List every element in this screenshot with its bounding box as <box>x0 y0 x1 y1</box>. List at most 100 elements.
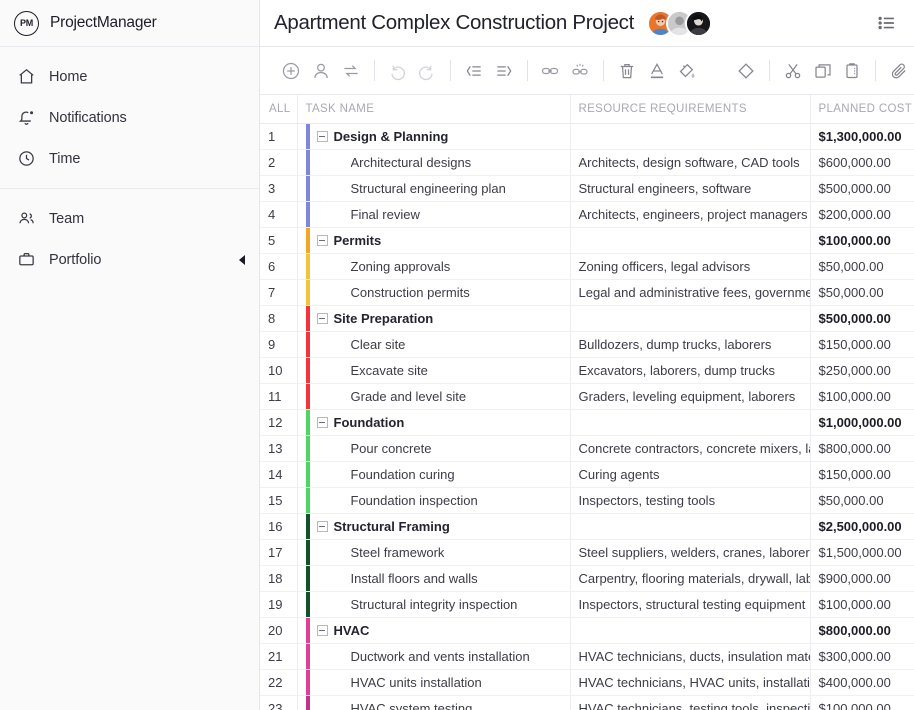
sidebar-item-portfolio[interactable]: Portfolio <box>0 239 259 280</box>
resource-requirements-cell[interactable]: HVAC technicians, ducts, insulation mate <box>570 643 811 670</box>
task-name-cell[interactable]: Structural integrity inspection <box>297 591 571 618</box>
brand[interactable]: PM ProjectManager <box>0 0 259 47</box>
planned-cost-cell[interactable]: $50,000.00 <box>810 487 914 514</box>
planned-cost-cell[interactable]: $300,000.00 <box>810 643 914 670</box>
outdent-icon[interactable] <box>463 56 485 85</box>
text-color-icon[interactable] <box>646 56 668 85</box>
paste-icon[interactable] <box>842 56 864 85</box>
resource-requirements-cell[interactable] <box>570 513 811 540</box>
link-icon[interactable] <box>539 56 561 85</box>
planned-cost-cell[interactable]: $50,000.00 <box>810 253 914 280</box>
planned-cost-cell[interactable]: $800,000.00 <box>810 435 914 462</box>
task-name-cell[interactable]: HVAC units installation <box>297 669 571 696</box>
redo-icon[interactable] <box>416 56 438 85</box>
task-name-cell[interactable]: Ductwork and vents installation <box>297 643 571 670</box>
resource-requirements-cell[interactable] <box>570 123 811 150</box>
planned-cost-cell[interactable]: $2,500,000.00 <box>810 513 914 540</box>
planned-cost-cell[interactable]: $100,000.00 <box>810 591 914 618</box>
planned-cost-cell[interactable]: $500,000.00 <box>810 305 914 332</box>
column-header-planned-cost[interactable]: PLANNED COST <box>810 95 914 124</box>
number-format-icon[interactable] <box>705 56 727 85</box>
table-row[interactable]: 3 Structural engineering plan Structural e… <box>260 175 914 202</box>
planned-cost-cell[interactable]: $150,000.00 <box>810 461 914 488</box>
resource-requirements-cell[interactable]: Curing agents <box>570 461 811 488</box>
avatar-group[interactable] <box>647 9 713 37</box>
planned-cost-cell[interactable]: $100,000.00 <box>810 227 914 254</box>
table-row[interactable]: 23 HVAC system testing HVAC technicians, t… <box>260 695 914 710</box>
convert-icon[interactable] <box>340 56 362 85</box>
planned-cost-cell[interactable]: $500,000.00 <box>810 175 914 202</box>
resource-requirements-cell[interactable]: Zoning officers, legal advisors <box>570 253 811 280</box>
column-header-resource-requirements[interactable]: RESOURCE REQUIREMENTS <box>570 95 811 124</box>
task-name-cell[interactable]: Architectural designs <box>297 149 571 176</box>
table-row[interactable]: 13 Pour concrete Concrete contractors, con… <box>260 435 914 462</box>
resource-requirements-cell[interactable]: Architects, design software, CAD tools <box>570 149 811 176</box>
planned-cost-cell[interactable]: $400,000.00 <box>810 669 914 696</box>
task-name-cell[interactable]: Steel framework <box>297 539 571 566</box>
planned-cost-cell[interactable]: $200,000.00 <box>810 201 914 228</box>
resource-requirements-cell[interactable]: Structural engineers, software <box>570 175 811 202</box>
task-name-cell[interactable]: Structural engineering plan <box>297 175 571 202</box>
add-task-icon[interactable] <box>280 56 302 85</box>
table-row[interactable]: 22 HVAC units installation HVAC technician… <box>260 669 914 696</box>
resource-requirements-cell[interactable] <box>570 617 811 644</box>
collapse-toggle-icon[interactable] <box>316 130 328 142</box>
copy-icon[interactable] <box>812 56 834 85</box>
task-name-cell[interactable]: Clear site <box>297 331 571 358</box>
table-row[interactable]: 12 Foundation $1,000,000.00 <box>260 409 914 436</box>
resource-requirements-cell[interactable]: Excavators, laborers, dump trucks <box>570 357 811 384</box>
resource-requirements-cell[interactable] <box>570 305 811 332</box>
resource-requirements-cell[interactable]: Carpentry, flooring materials, drywall, … <box>570 565 811 592</box>
task-name-cell[interactable]: Design & Planning <box>297 123 571 150</box>
collapse-toggle-icon[interactable] <box>316 624 328 636</box>
resource-requirements-cell[interactable]: Architects, engineers, project managers <box>570 201 811 228</box>
column-header-all[interactable]: ALL <box>260 95 298 124</box>
indent-icon[interactable] <box>493 56 515 85</box>
task-name-cell[interactable]: Foundation curing <box>297 461 571 488</box>
collapse-toggle-icon[interactable] <box>316 312 328 324</box>
task-name-cell[interactable]: HVAC system testing <box>297 695 571 710</box>
planned-cost-cell[interactable]: $100,000.00 <box>810 695 914 710</box>
cut-icon[interactable] <box>782 56 804 85</box>
table-row[interactable]: 5 Permits $100,000.00 <box>260 227 914 254</box>
table-row[interactable]: 19 Structural integrity inspection Inspect… <box>260 591 914 618</box>
table-row[interactable]: 20 HVAC $800,000.00 <box>260 617 914 644</box>
table-row[interactable]: 11 Grade and level site Graders, leveling … <box>260 383 914 410</box>
collapse-toggle-icon[interactable] <box>316 234 328 246</box>
task-name-cell[interactable]: Grade and level site <box>297 383 571 410</box>
table-row[interactable]: 18 Install floors and walls Carpentry, flo… <box>260 565 914 592</box>
task-name-cell[interactable]: Site Preparation <box>297 305 571 332</box>
attachment-icon[interactable] <box>888 56 910 85</box>
table-row[interactable]: 7 Construction permits Legal and administr… <box>260 279 914 306</box>
collapse-toggle-icon[interactable] <box>316 416 328 428</box>
undo-icon[interactable] <box>386 56 408 85</box>
table-row[interactable]: 4 Final review Architects, engineers, proj… <box>260 201 914 228</box>
task-name-cell[interactable]: Final review <box>297 201 571 228</box>
column-header-task-name[interactable]: TASK NAME <box>297 95 571 124</box>
planned-cost-cell[interactable]: $1,000,000.00 <box>810 409 914 436</box>
sidebar-item-time[interactable]: Time <box>0 138 259 179</box>
task-name-cell[interactable]: Excavate site <box>297 357 571 384</box>
resource-requirements-cell[interactable]: Inspectors, testing tools <box>570 487 811 514</box>
assign-user-icon[interactable] <box>310 56 332 85</box>
resource-requirements-cell[interactable] <box>570 227 811 254</box>
table-row[interactable]: 10 Excavate site Excavators, laborers, dum… <box>260 357 914 384</box>
collapse-toggle-icon[interactable] <box>316 520 328 532</box>
list-view-icon[interactable] <box>876 12 898 34</box>
sidebar-item-home[interactable]: Home <box>0 56 259 97</box>
task-name-cell[interactable]: Install floors and walls <box>297 565 571 592</box>
table-row[interactable]: 6 Zoning approvals Zoning officers, legal … <box>260 253 914 280</box>
planned-cost-cell[interactable]: $1,300,000.00 <box>810 123 914 150</box>
collapse-caret-icon[interactable] <box>239 254 245 265</box>
fill-color-icon[interactable] <box>675 56 697 85</box>
planned-cost-cell[interactable]: $100,000.00 <box>810 383 914 410</box>
task-grid[interactable]: ALL TASK NAME RESOURCE REQUIREMENTS PLAN… <box>260 95 914 710</box>
resource-requirements-cell[interactable]: HVAC technicians, testing tools, inspect… <box>570 695 811 710</box>
table-row[interactable]: 16 Structural Framing $2,500,000.00 <box>260 513 914 540</box>
task-name-cell[interactable]: Permits <box>297 227 571 254</box>
resource-requirements-cell[interactable]: Bulldozers, dump trucks, laborers <box>570 331 811 358</box>
table-row[interactable]: 21 Ductwork and vents installation HVAC te… <box>260 643 914 670</box>
resource-requirements-cell[interactable]: Legal and administrative fees, governme <box>570 279 811 306</box>
table-row[interactable]: 17 Steel framework Steel suppliers, welder… <box>260 539 914 566</box>
task-name-cell[interactable]: Pour concrete <box>297 435 571 462</box>
